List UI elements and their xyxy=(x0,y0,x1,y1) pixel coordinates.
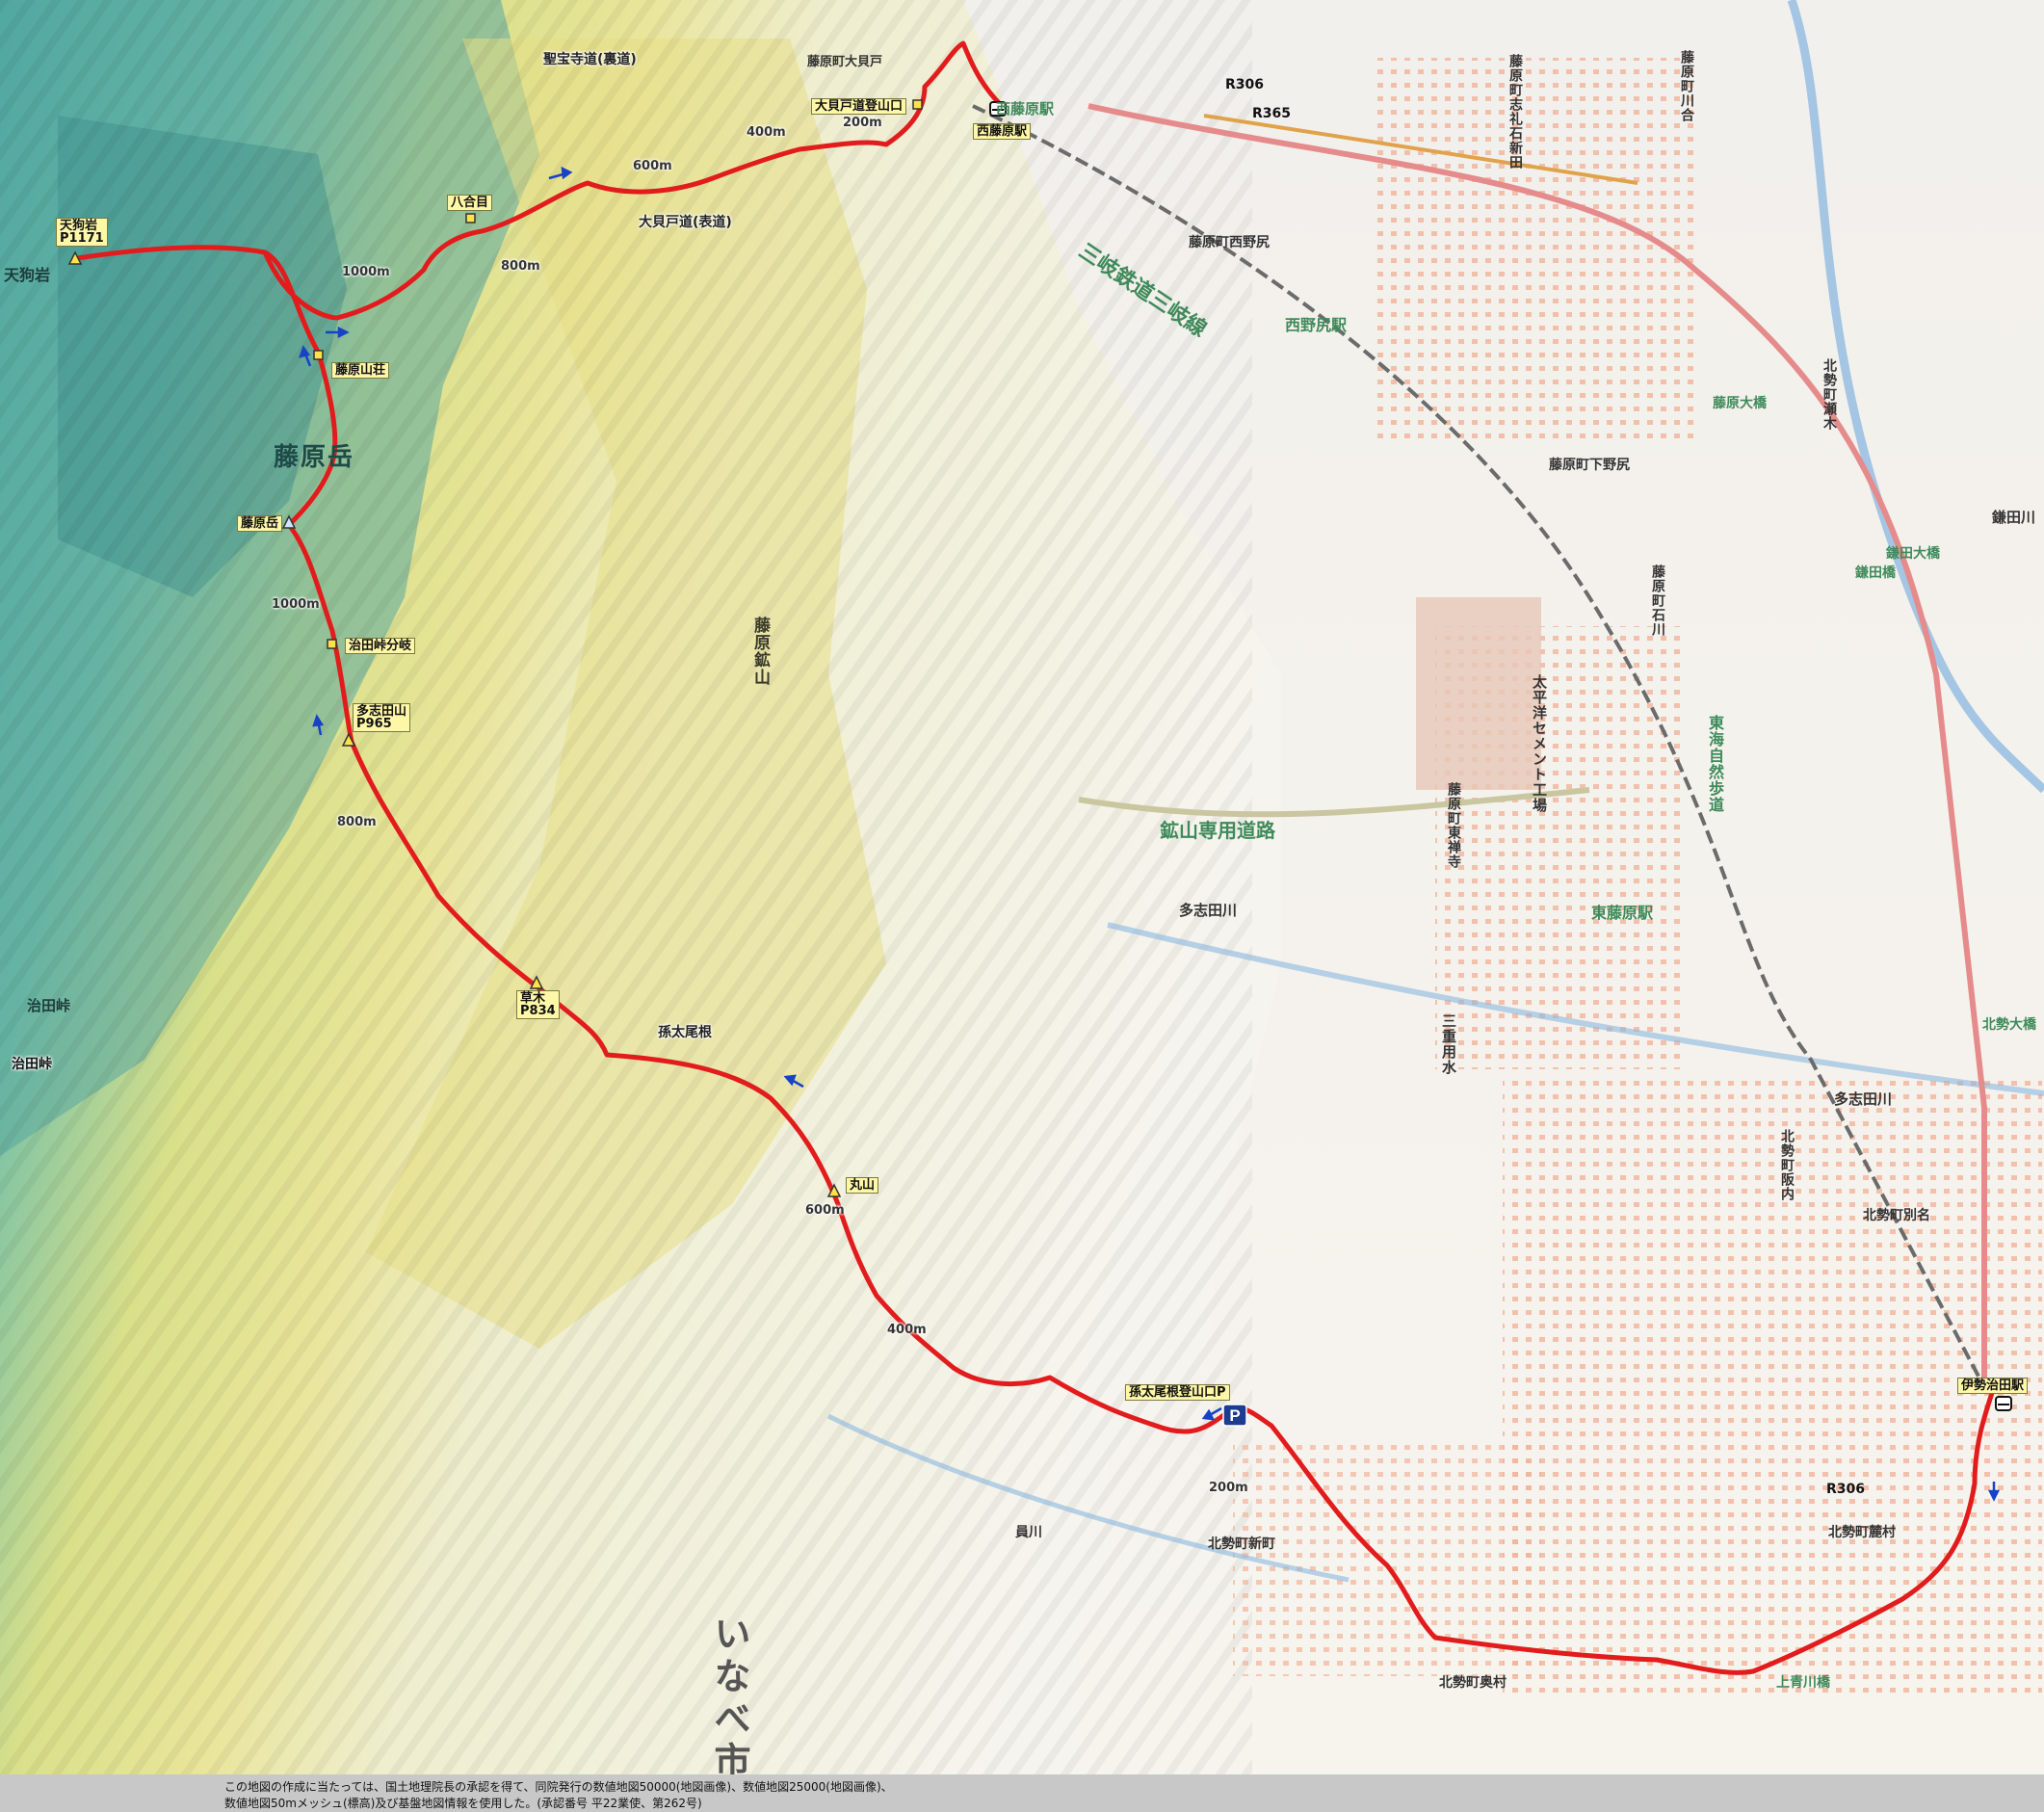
place-label-fujiwaradake: 藤原岳 xyxy=(274,443,355,472)
bridge-label-fujiwara: 藤原大橋 xyxy=(1713,396,1767,411)
trail-label-shohoji: 聖宝寺道(裏道) xyxy=(543,52,637,67)
city-label-inabe: いなべ市 xyxy=(708,1615,750,1784)
road-label-r306: R306 xyxy=(1225,77,1265,92)
waypoint-kusagi: 草木 P834 xyxy=(516,990,560,1019)
place-label-hokusei-okumura: 北勢町奥村 xyxy=(1439,1675,1507,1691)
river-label-kamata: 鎌田川 xyxy=(1992,509,2036,526)
station-label-nishinoshiri: 西野尻駅 xyxy=(1285,316,1348,334)
waypoint-ise-haruta-station: 伊勢治田駅 xyxy=(1957,1378,2029,1394)
point-marker-fujiwara-sanso xyxy=(313,350,324,360)
place-label-hokusei-fumotomura: 北勢町麓村 xyxy=(1828,1525,1896,1540)
place-label-hokusei-betsumyo: 北勢町別名 xyxy=(1863,1208,1930,1223)
waypoint-hachigome: 八合目 xyxy=(447,195,493,211)
elevation-label: 800m xyxy=(501,259,540,274)
place-label-fujiwara-ishikawa: 藤原町石川 xyxy=(1650,565,1665,637)
elevation-label: 600m xyxy=(633,159,672,173)
credit-footer: この地図の作成に当たっては、国土地理院長の承認を得て、同院発行の数値地図5000… xyxy=(0,1774,2044,1812)
station-label-nishifujiwara: 西藤原駅 xyxy=(996,100,1055,118)
place-label-fujiwara-mine: 藤原鉱山 xyxy=(750,617,770,686)
road-label-r365: R365 xyxy=(1252,106,1292,121)
place-label-fujiwara-shiraishi: 藤原町志礼石新田 xyxy=(1507,54,1523,170)
place-label-fujiwara-okaido: 藤原町大貝戸 xyxy=(807,55,883,69)
road-label-mine: 鉱山専用道路 xyxy=(1160,819,1275,842)
trail-label-tokai: 東海自然歩道 xyxy=(1706,715,1724,813)
place-label-taiheiyo-cement: 太平洋セメント工場 xyxy=(1531,674,1548,813)
elevation-label: 200m xyxy=(843,116,882,130)
bridge-label-kamata-2: 鎌田橋 xyxy=(1855,565,1896,581)
bridge-label-kamiaokawa: 上青川橋 xyxy=(1776,1675,1830,1691)
train-station-icon-ise-haruta xyxy=(1995,1396,2012,1411)
place-label-fujiwara-nishinoshiri: 藤原町西野尻 xyxy=(1189,235,1270,250)
bridge-label-hokusei: 北勢大橋 xyxy=(1982,1017,2036,1033)
place-label-hokusei-sakauchi: 北勢町阪内 xyxy=(1779,1129,1795,1201)
point-marker-haruta-junction xyxy=(327,639,337,649)
station-label-higashifujiwara: 東藤原駅 xyxy=(1591,904,1654,922)
waypoint-nishifujiwara-station: 西藤原駅 xyxy=(973,123,1032,140)
town-south xyxy=(1233,1445,1541,1676)
cement-plant xyxy=(1416,597,1541,790)
place-label-fujiwara-shimonoshiri: 藤原町下野尻 xyxy=(1549,458,1630,473)
point-marker-hachigome xyxy=(465,213,476,223)
waypoint-fujiwaradake: 藤原岳 xyxy=(237,515,283,532)
elevation-label: 400m xyxy=(887,1323,927,1337)
waypoint-magota-trailhead: 孫太尾根登山口P xyxy=(1125,1384,1230,1401)
river-label-kome: 員川 xyxy=(1015,1525,1042,1540)
elevation-label: 1000m xyxy=(342,265,390,279)
elevation-label: 400m xyxy=(747,125,786,140)
canal-label-sanryo: 三重用水 xyxy=(1440,1013,1457,1075)
waypoint-okaido-trailhead: 大貝戸道登山口 xyxy=(811,98,907,115)
bridge-label-kamata: 鎌田大橋 xyxy=(1886,546,1940,562)
elevation-label: 1000m xyxy=(272,597,320,612)
waypoint-haruta-junction: 治田峠分岐 xyxy=(345,638,416,654)
town-fujiwara xyxy=(1377,58,1695,443)
river-label-tashida-2: 多志田川 xyxy=(1179,902,1238,919)
elevation-label: 200m xyxy=(1209,1481,1248,1495)
trail-label-okaido: 大貝戸道(表道) xyxy=(639,215,732,230)
place-label-fujiwara-higashizenji: 藤原町東禅寺 xyxy=(1446,782,1461,869)
place-label-hokusei-seki: 北勢町瀬木 xyxy=(1821,358,1837,431)
point-marker-okaido-trailhead xyxy=(912,99,923,110)
elevation-label: 800m xyxy=(337,815,377,829)
credit-line-1: この地図の作成に当たっては、国土地理院長の承認を得て、同院発行の数値地図5000… xyxy=(224,1780,893,1794)
place-label-hokusei-shinmachi: 北勢町新町 xyxy=(1208,1536,1275,1552)
place-label-tenguiwa: 天狗岩 xyxy=(4,266,51,284)
place-label-haruta-pass: 治田峠 xyxy=(12,1057,52,1072)
waypoint-tashidayama: 多志田山 P965 xyxy=(353,703,411,732)
credit-line-2: 数値地図50mメッシュ(標高)及び基盤地図情報を使用した。(承認番号 平22業使… xyxy=(224,1797,702,1810)
svg-text:P: P xyxy=(1229,1406,1240,1425)
elevation-label: 600m xyxy=(805,1203,845,1218)
river-label-tashida: 多志田川 xyxy=(1834,1090,1893,1108)
road-label-r306-2: R306 xyxy=(1826,1482,1866,1497)
ridge-label-magota: 孫太尾根 xyxy=(658,1025,712,1040)
place-label-haruta-pass-area: 治田峠 xyxy=(27,997,71,1014)
waypoint-maruyama: 丸山 xyxy=(846,1177,879,1194)
parking-icon: P xyxy=(1222,1404,1247,1427)
waypoint-tenguiwa: 天狗岩 P1171 xyxy=(56,218,108,247)
waypoint-fujiwara-sanso: 藤原山荘 xyxy=(331,362,390,379)
place-label-fujiwara-kawai: 藤原町川合 xyxy=(1679,50,1694,122)
